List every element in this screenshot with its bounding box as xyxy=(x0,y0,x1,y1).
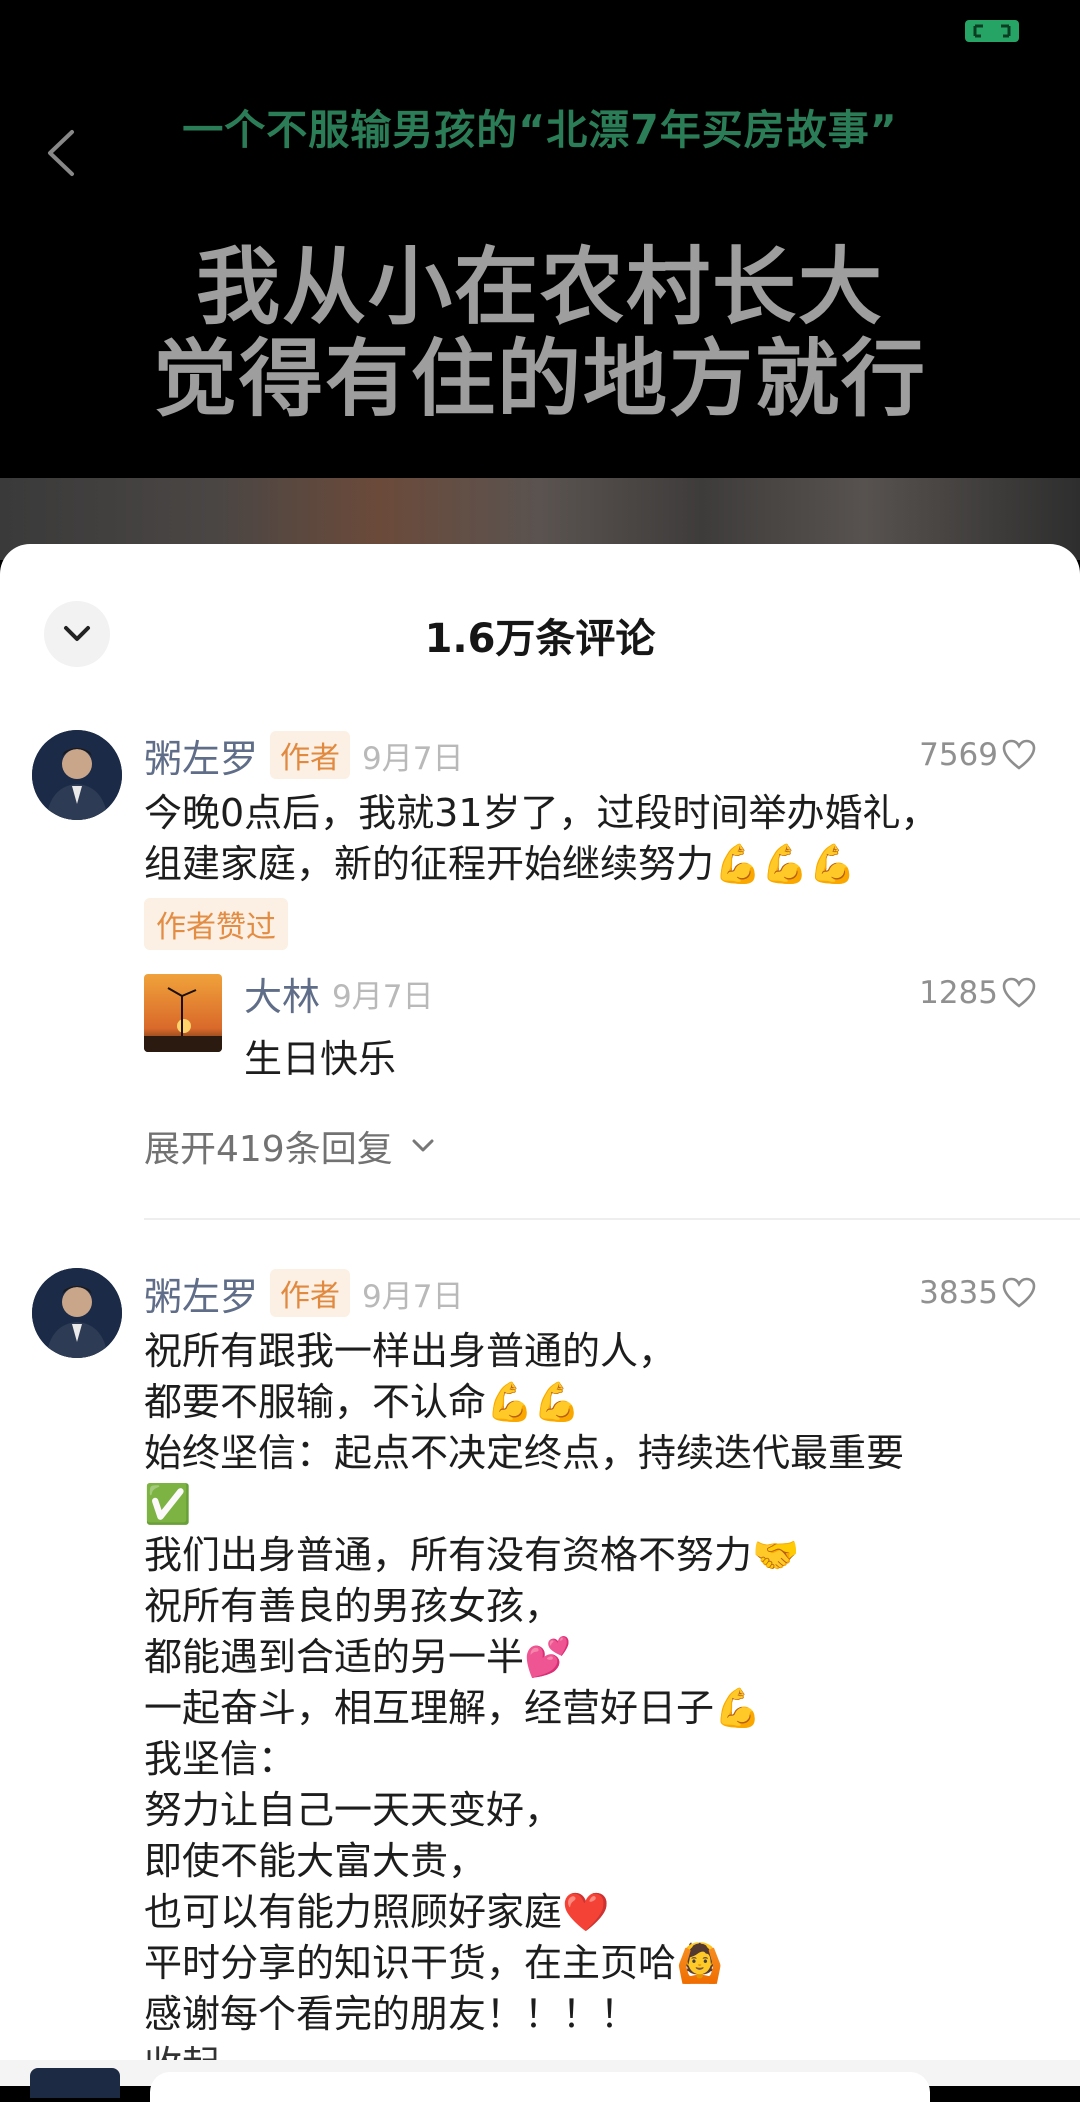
heart-icon[interactable] xyxy=(1002,739,1036,771)
author-badge: 作者 xyxy=(270,1269,351,1317)
comment-date: 9月7日 xyxy=(362,1278,464,1315)
comments-sheet: 1.6万条评论 粥左罗 作者 9月7日 7569 今晚0点后，我就31岁了，过段… xyxy=(0,544,1080,2086)
comment-date: 9月7日 xyxy=(362,740,464,777)
author-liked-badge: 作者赞过 xyxy=(144,898,288,950)
expand-replies-button[interactable]: 展开419条回复 xyxy=(144,1120,435,1172)
video-caption-line-2: 觉得有住的地方就行 xyxy=(152,330,927,428)
video-caption-small: 一个不服输男孩的“北漂7年买房故事” xyxy=(182,106,898,154)
my-avatar xyxy=(30,2068,120,2098)
comment-text: 祝所有跟我一样出身普通的人， 都要不服输，不认命💪💪 始终坚信：起点不决定终点，… xyxy=(144,1329,905,2036)
like-count: 7569 xyxy=(919,737,998,773)
heart-icon[interactable] xyxy=(1002,977,1036,1009)
expand-replies-label: 展开419条回复 xyxy=(144,1129,393,1170)
author-badge: 作者 xyxy=(270,731,351,779)
like-count: 3835 xyxy=(919,1275,998,1311)
fullscreen-icon[interactable] xyxy=(965,18,1019,44)
comment-input[interactable] xyxy=(150,2072,930,2102)
comments-count-title: 1.6万条评论 xyxy=(424,616,656,662)
avatar[interactable] xyxy=(32,730,122,820)
username[interactable]: 粥左罗 xyxy=(144,728,258,783)
video-player[interactable]: 一个不服输男孩的“北漂7年买房故事” 我从小在农村长大 觉得有住的地方就行 xyxy=(0,0,1080,560)
comment-header: 粥左罗 作者 9月7日 xyxy=(144,1266,464,1321)
comment-header: 粥左罗 作者 9月7日 xyxy=(144,728,464,783)
avatar[interactable] xyxy=(32,1268,122,1358)
comment-input-bar xyxy=(0,2060,1080,2102)
reply-text: 生日快乐 xyxy=(244,1037,397,1081)
reply-date: 9月7日 xyxy=(332,978,434,1015)
reply-username[interactable]: 大林 xyxy=(244,966,320,1021)
comment-divider xyxy=(144,1218,1080,1220)
heart-icon[interactable] xyxy=(1002,1277,1036,1309)
username[interactable]: 粥左罗 xyxy=(144,1266,258,1321)
reply-like-count: 1285 xyxy=(919,975,998,1011)
reply-header: 大林 9月7日 xyxy=(244,966,434,1021)
comment-text: 今晚0点后，我就31岁了，过段时间举办婚礼， 组建家庭，新的征程开始继续努力💪💪… xyxy=(144,791,939,886)
chevron-down-icon xyxy=(412,1139,434,1152)
reply-avatar[interactable] xyxy=(144,974,222,1052)
